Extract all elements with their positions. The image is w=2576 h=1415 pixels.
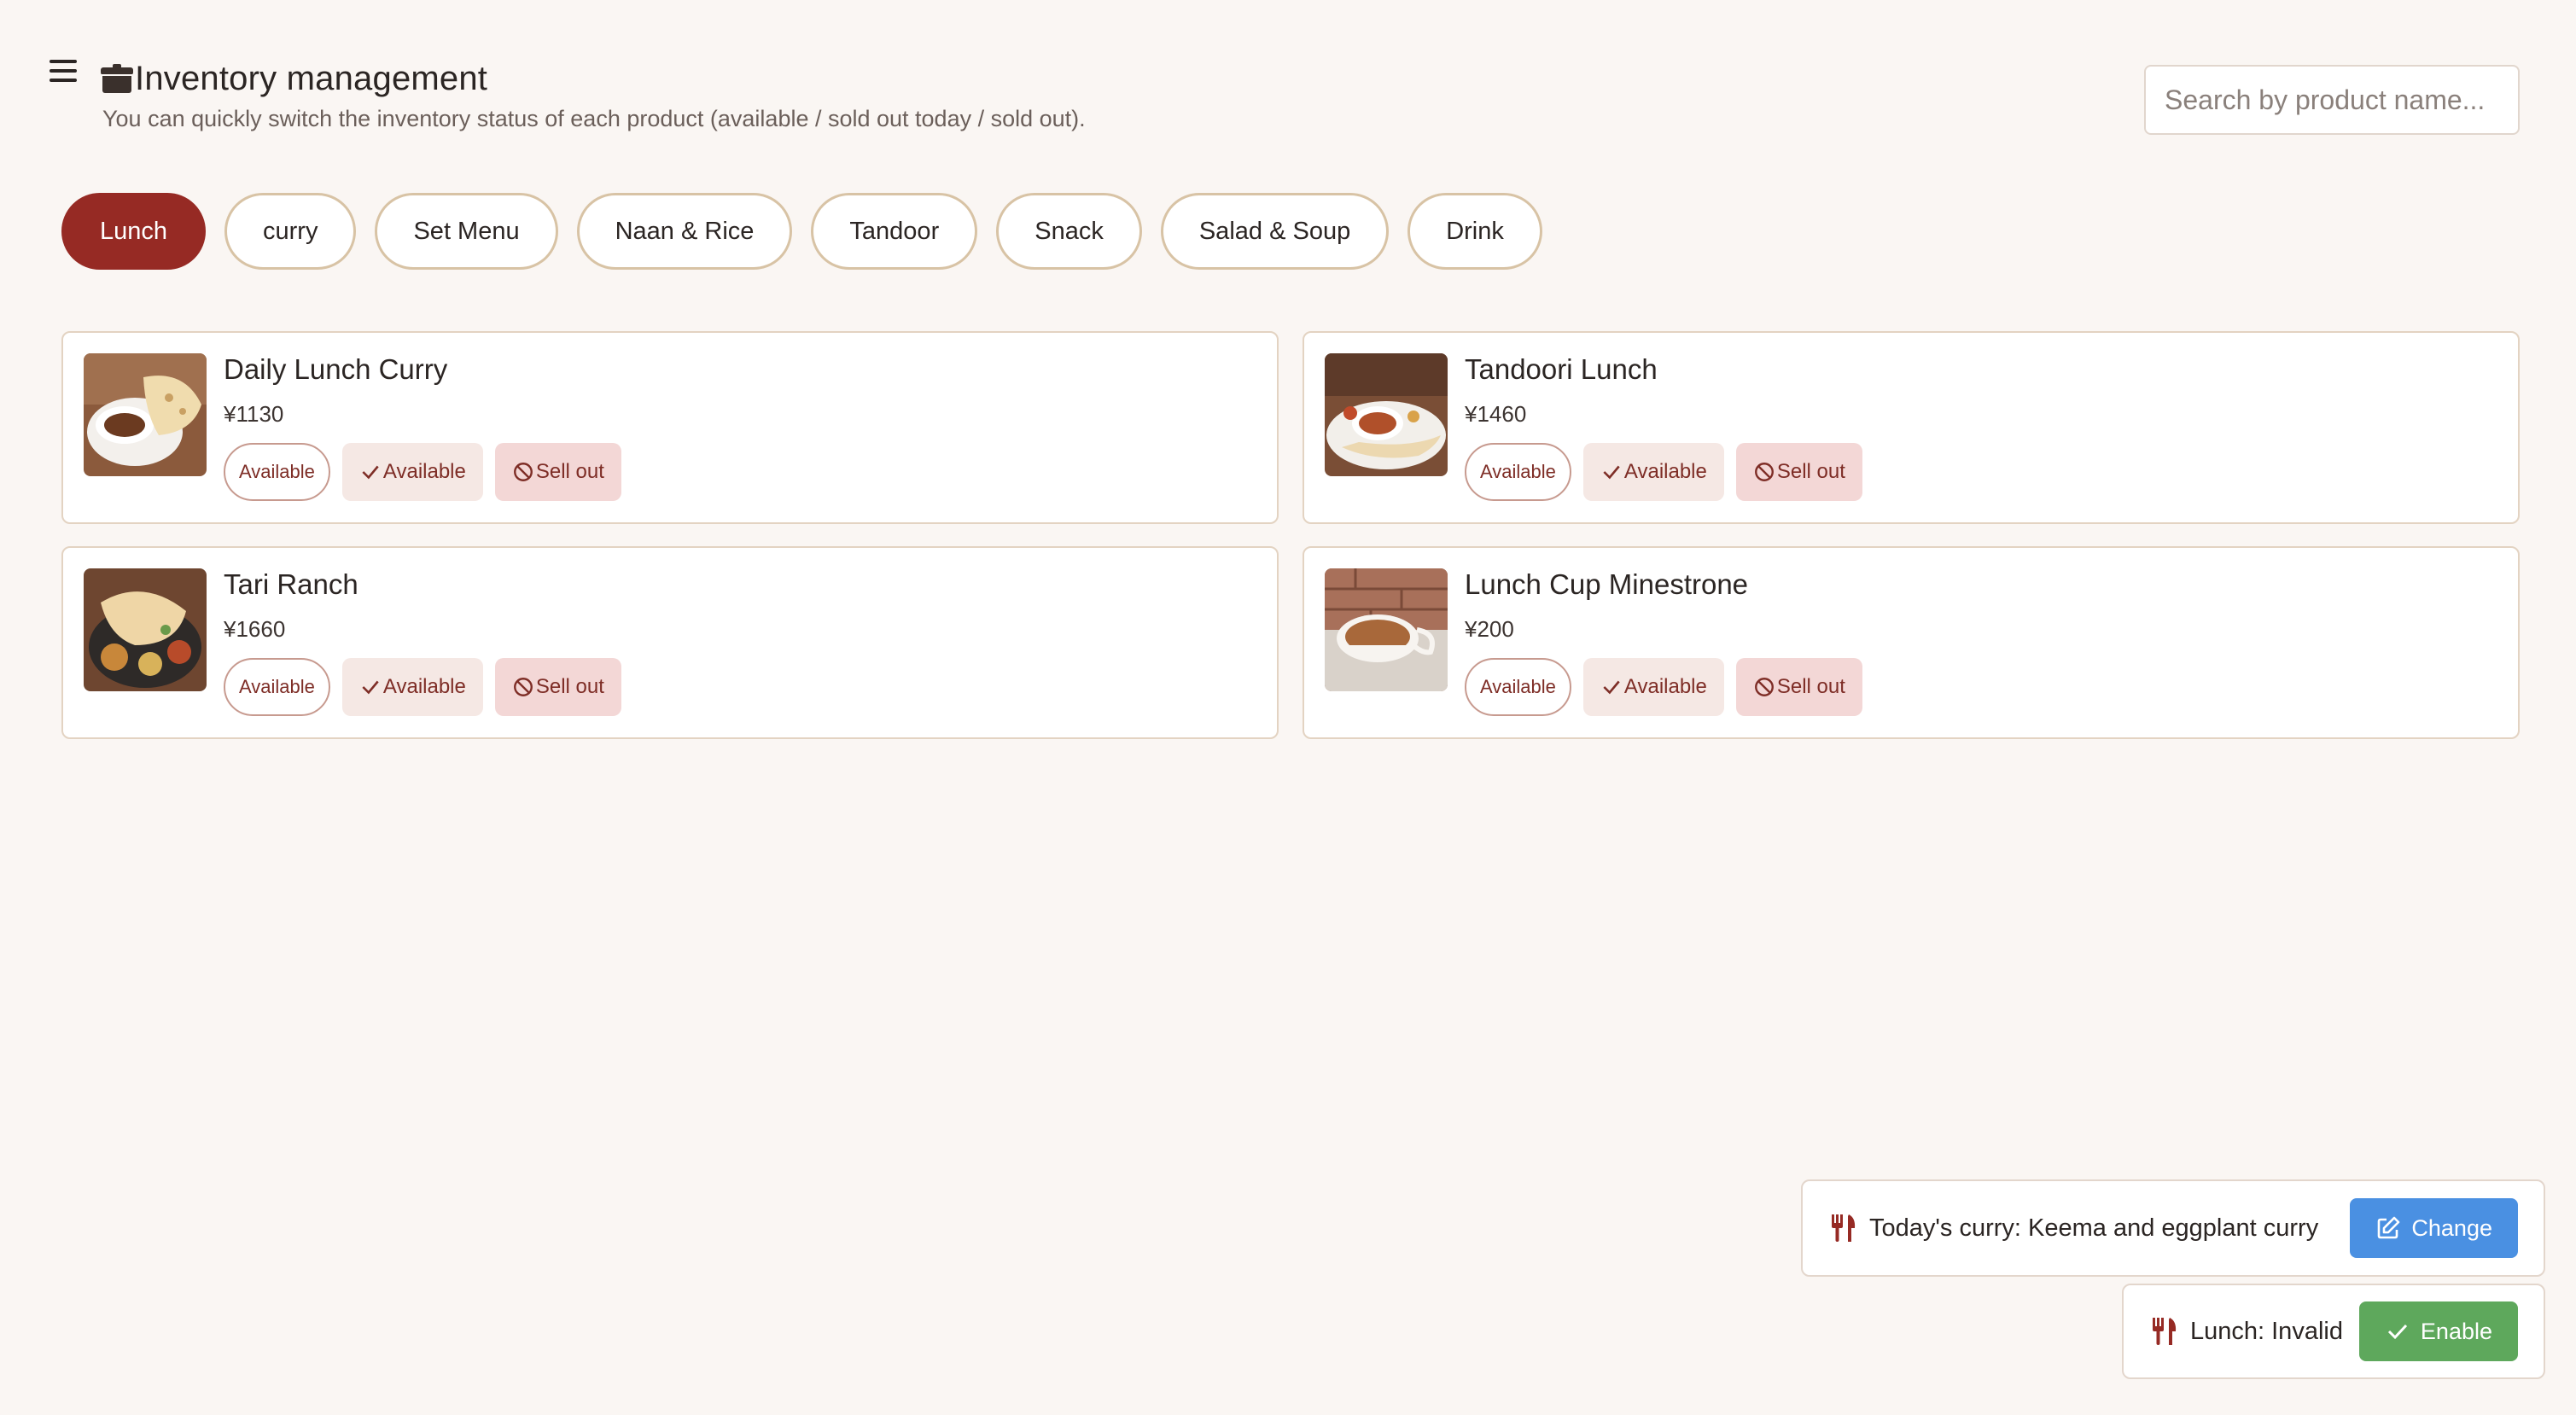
product-name: Tari Ranch [224, 568, 358, 600]
product-image [1325, 353, 1448, 476]
product-price: ¥1130 [224, 401, 284, 427]
sell-out-button[interactable]: Sell out [494, 443, 621, 501]
check-icon [2387, 1324, 2408, 1340]
product-image [84, 353, 207, 476]
status-badge[interactable]: Available [224, 658, 330, 716]
sell-out-button[interactable]: Sell out [1735, 443, 1862, 501]
product-name: Tandoori Lunch [1465, 353, 1658, 385]
product-image [1325, 568, 1448, 691]
product-name: Daily Lunch Curry [224, 353, 448, 385]
product-image [84, 568, 207, 691]
lunch-status-text: Lunch: Invalid [2190, 1317, 2343, 1345]
change-button[interactable]: Change [2350, 1198, 2518, 1258]
tab-set-menu[interactable]: Set Menu [375, 193, 558, 270]
product-price: ¥1660 [224, 616, 286, 642]
status-badge[interactable]: Available [224, 443, 330, 501]
utensils-icon [1832, 1214, 1856, 1242]
tab-lunch[interactable]: Lunch [61, 193, 207, 270]
status-badge[interactable]: Available [1465, 443, 1571, 501]
category-tabs: Lunch curry Set Menu Naan & Rice Tandoor… [61, 193, 1542, 270]
status-badge[interactable]: Available [1465, 658, 1571, 716]
hamburger-menu-icon[interactable] [50, 60, 77, 82]
product-name: Lunch Cup Minestrone [1465, 568, 1749, 600]
product-price: ¥1460 [1465, 401, 1527, 427]
product-card: Lunch Cup Minestrone ¥200 Available Avai… [1303, 546, 2520, 739]
tab-curry[interactable]: curry [224, 193, 357, 270]
product-card: Tari Ranch ¥1660 Available Available Sel… [61, 546, 1279, 739]
tab-salad-soup[interactable]: Salad & Soup [1160, 193, 1390, 270]
sell-out-button[interactable]: Sell out [1735, 658, 1862, 716]
available-button[interactable]: Available [1582, 443, 1724, 501]
available-button[interactable]: Available [1582, 658, 1724, 716]
inventory-page: Inventory management You can quickly swi… [0, 0, 2576, 1415]
sell-out-button[interactable]: Sell out [494, 658, 621, 716]
todays-curry-text: Today's curry: Keema and eggplant curry [1869, 1214, 2319, 1242]
available-button[interactable]: Available [341, 443, 483, 501]
tab-snack[interactable]: Snack [996, 193, 1142, 270]
ban-icon [513, 678, 533, 696]
product-card: Tandoori Lunch ¥1460 Available Available… [1303, 331, 2520, 524]
ban-icon [513, 463, 533, 481]
available-button[interactable]: Available [341, 658, 483, 716]
product-grid: Daily Lunch Curry ¥1130 Available Availa… [61, 331, 2520, 739]
todays-curry-panel: Today's curry: Keema and eggplant curry … [1801, 1179, 2545, 1277]
tab-naan-rice[interactable]: Naan & Rice [576, 193, 793, 270]
box-icon [101, 63, 133, 93]
search-input[interactable] [2144, 65, 2520, 135]
page-title: Inventory management [135, 60, 488, 97]
check-icon [362, 465, 379, 480]
enable-button[interactable]: Enable [2358, 1301, 2518, 1361]
page-header: Inventory management [101, 60, 487, 98]
page-subtitle: You can quickly switch the inventory sta… [102, 106, 1086, 131]
edit-icon [2378, 1216, 2400, 1239]
utensils-icon [2153, 1318, 2177, 1345]
check-icon [1603, 680, 1620, 695]
tab-drink[interactable]: Drink [1407, 193, 1542, 270]
product-card: Daily Lunch Curry ¥1130 Available Availa… [61, 331, 1279, 524]
product-price: ¥200 [1465, 616, 1514, 642]
ban-icon [1754, 463, 1774, 481]
lunch-status-panel: Lunch: Invalid Enable [2122, 1284, 2545, 1379]
check-icon [362, 680, 379, 695]
ban-icon [1754, 678, 1774, 696]
check-icon [1603, 465, 1620, 480]
tab-tandoor[interactable]: Tandoor [811, 193, 978, 270]
